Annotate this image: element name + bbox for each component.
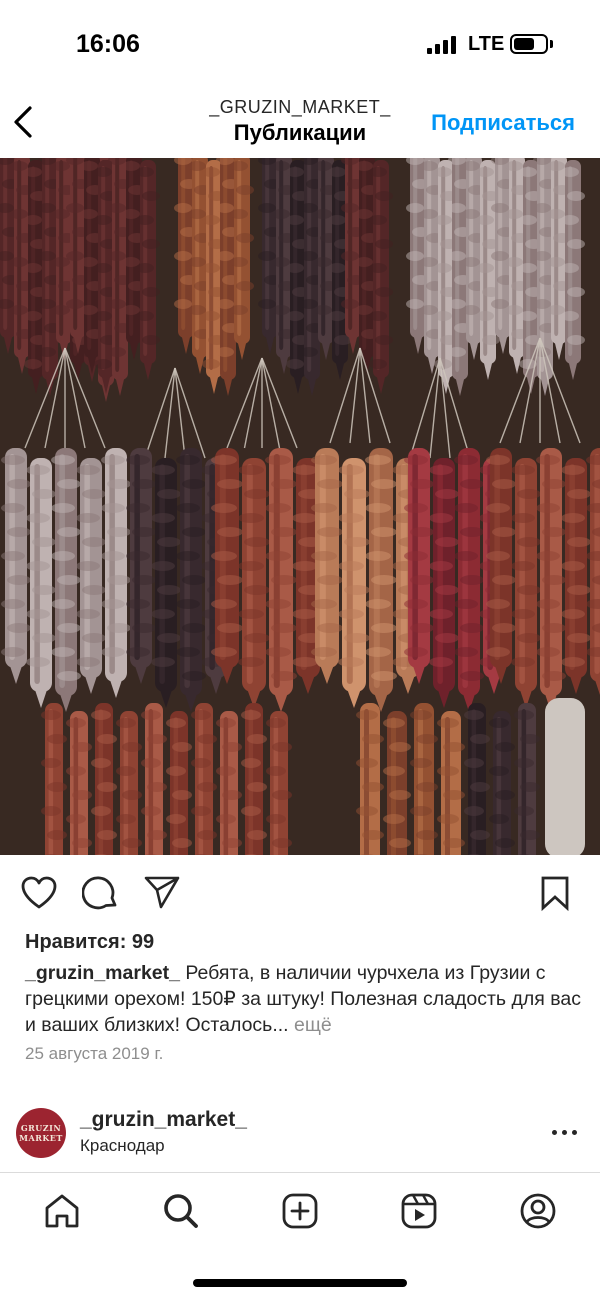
- bookmark-icon: [541, 876, 569, 912]
- avatar-text-bottom: MARKET: [19, 1133, 63, 1143]
- battery-icon: [510, 34, 548, 54]
- churchkhela-photo: [0, 158, 600, 855]
- tab-home[interactable]: [42, 1191, 82, 1231]
- send-icon: [144, 876, 180, 909]
- post-photo[interactable]: [0, 158, 600, 855]
- account-location[interactable]: Краснодар: [80, 1136, 165, 1156]
- more-options-button[interactable]: [552, 1120, 580, 1144]
- caption-username[interactable]: _gruzin_market_: [25, 962, 180, 984]
- home-indicator: [193, 1279, 407, 1287]
- save-button[interactable]: [536, 874, 574, 912]
- post-date: 25 августа 2019 г.: [25, 1044, 164, 1063]
- tab-search[interactable]: [161, 1191, 201, 1231]
- comment-button[interactable]: [81, 874, 120, 912]
- tab-bar: [0, 1172, 600, 1250]
- likes-count[interactable]: Нравится: 99: [25, 931, 154, 954]
- follow-button[interactable]: Подписаться: [431, 110, 575, 136]
- share-button[interactable]: [143, 874, 181, 912]
- account-row: GRUZIN MARKET _gruzin_market_ Краснодар: [0, 1100, 600, 1166]
- avatar[interactable]: GRUZIN MARKET: [16, 1108, 66, 1158]
- caption-more-link[interactable]: ещё: [294, 1014, 332, 1036]
- status-bar: 16:06 LTE: [0, 0, 600, 90]
- tab-profile[interactable]: [518, 1191, 558, 1231]
- post-actions: [0, 868, 600, 918]
- battery-cap: [550, 40, 553, 48]
- tab-reels[interactable]: [399, 1191, 439, 1231]
- avatar-text-top: GRUZIN: [20, 1123, 62, 1133]
- carrier-label: LTE: [468, 33, 505, 55]
- account-name[interactable]: _gruzin_market_: [80, 1108, 247, 1132]
- heart-icon: [21, 876, 57, 909]
- comment-icon: [81, 876, 117, 910]
- post-caption: _gruzin_market_ Ребята, в наличии чурчхе…: [25, 960, 585, 1038]
- like-button[interactable]: [20, 874, 58, 912]
- more-icon: [552, 1130, 557, 1135]
- tab-create[interactable]: [280, 1191, 320, 1231]
- create-icon: [282, 1193, 318, 1229]
- search-icon: [164, 1194, 198, 1228]
- header: _GRUZIN_MARKET_ Публикации Подписаться: [0, 90, 600, 158]
- reels-icon: [401, 1193, 437, 1229]
- home-icon: [45, 1194, 79, 1228]
- profile-icon: [520, 1193, 556, 1229]
- signal-icon: [427, 36, 459, 54]
- status-time: 16:06: [76, 30, 140, 58]
